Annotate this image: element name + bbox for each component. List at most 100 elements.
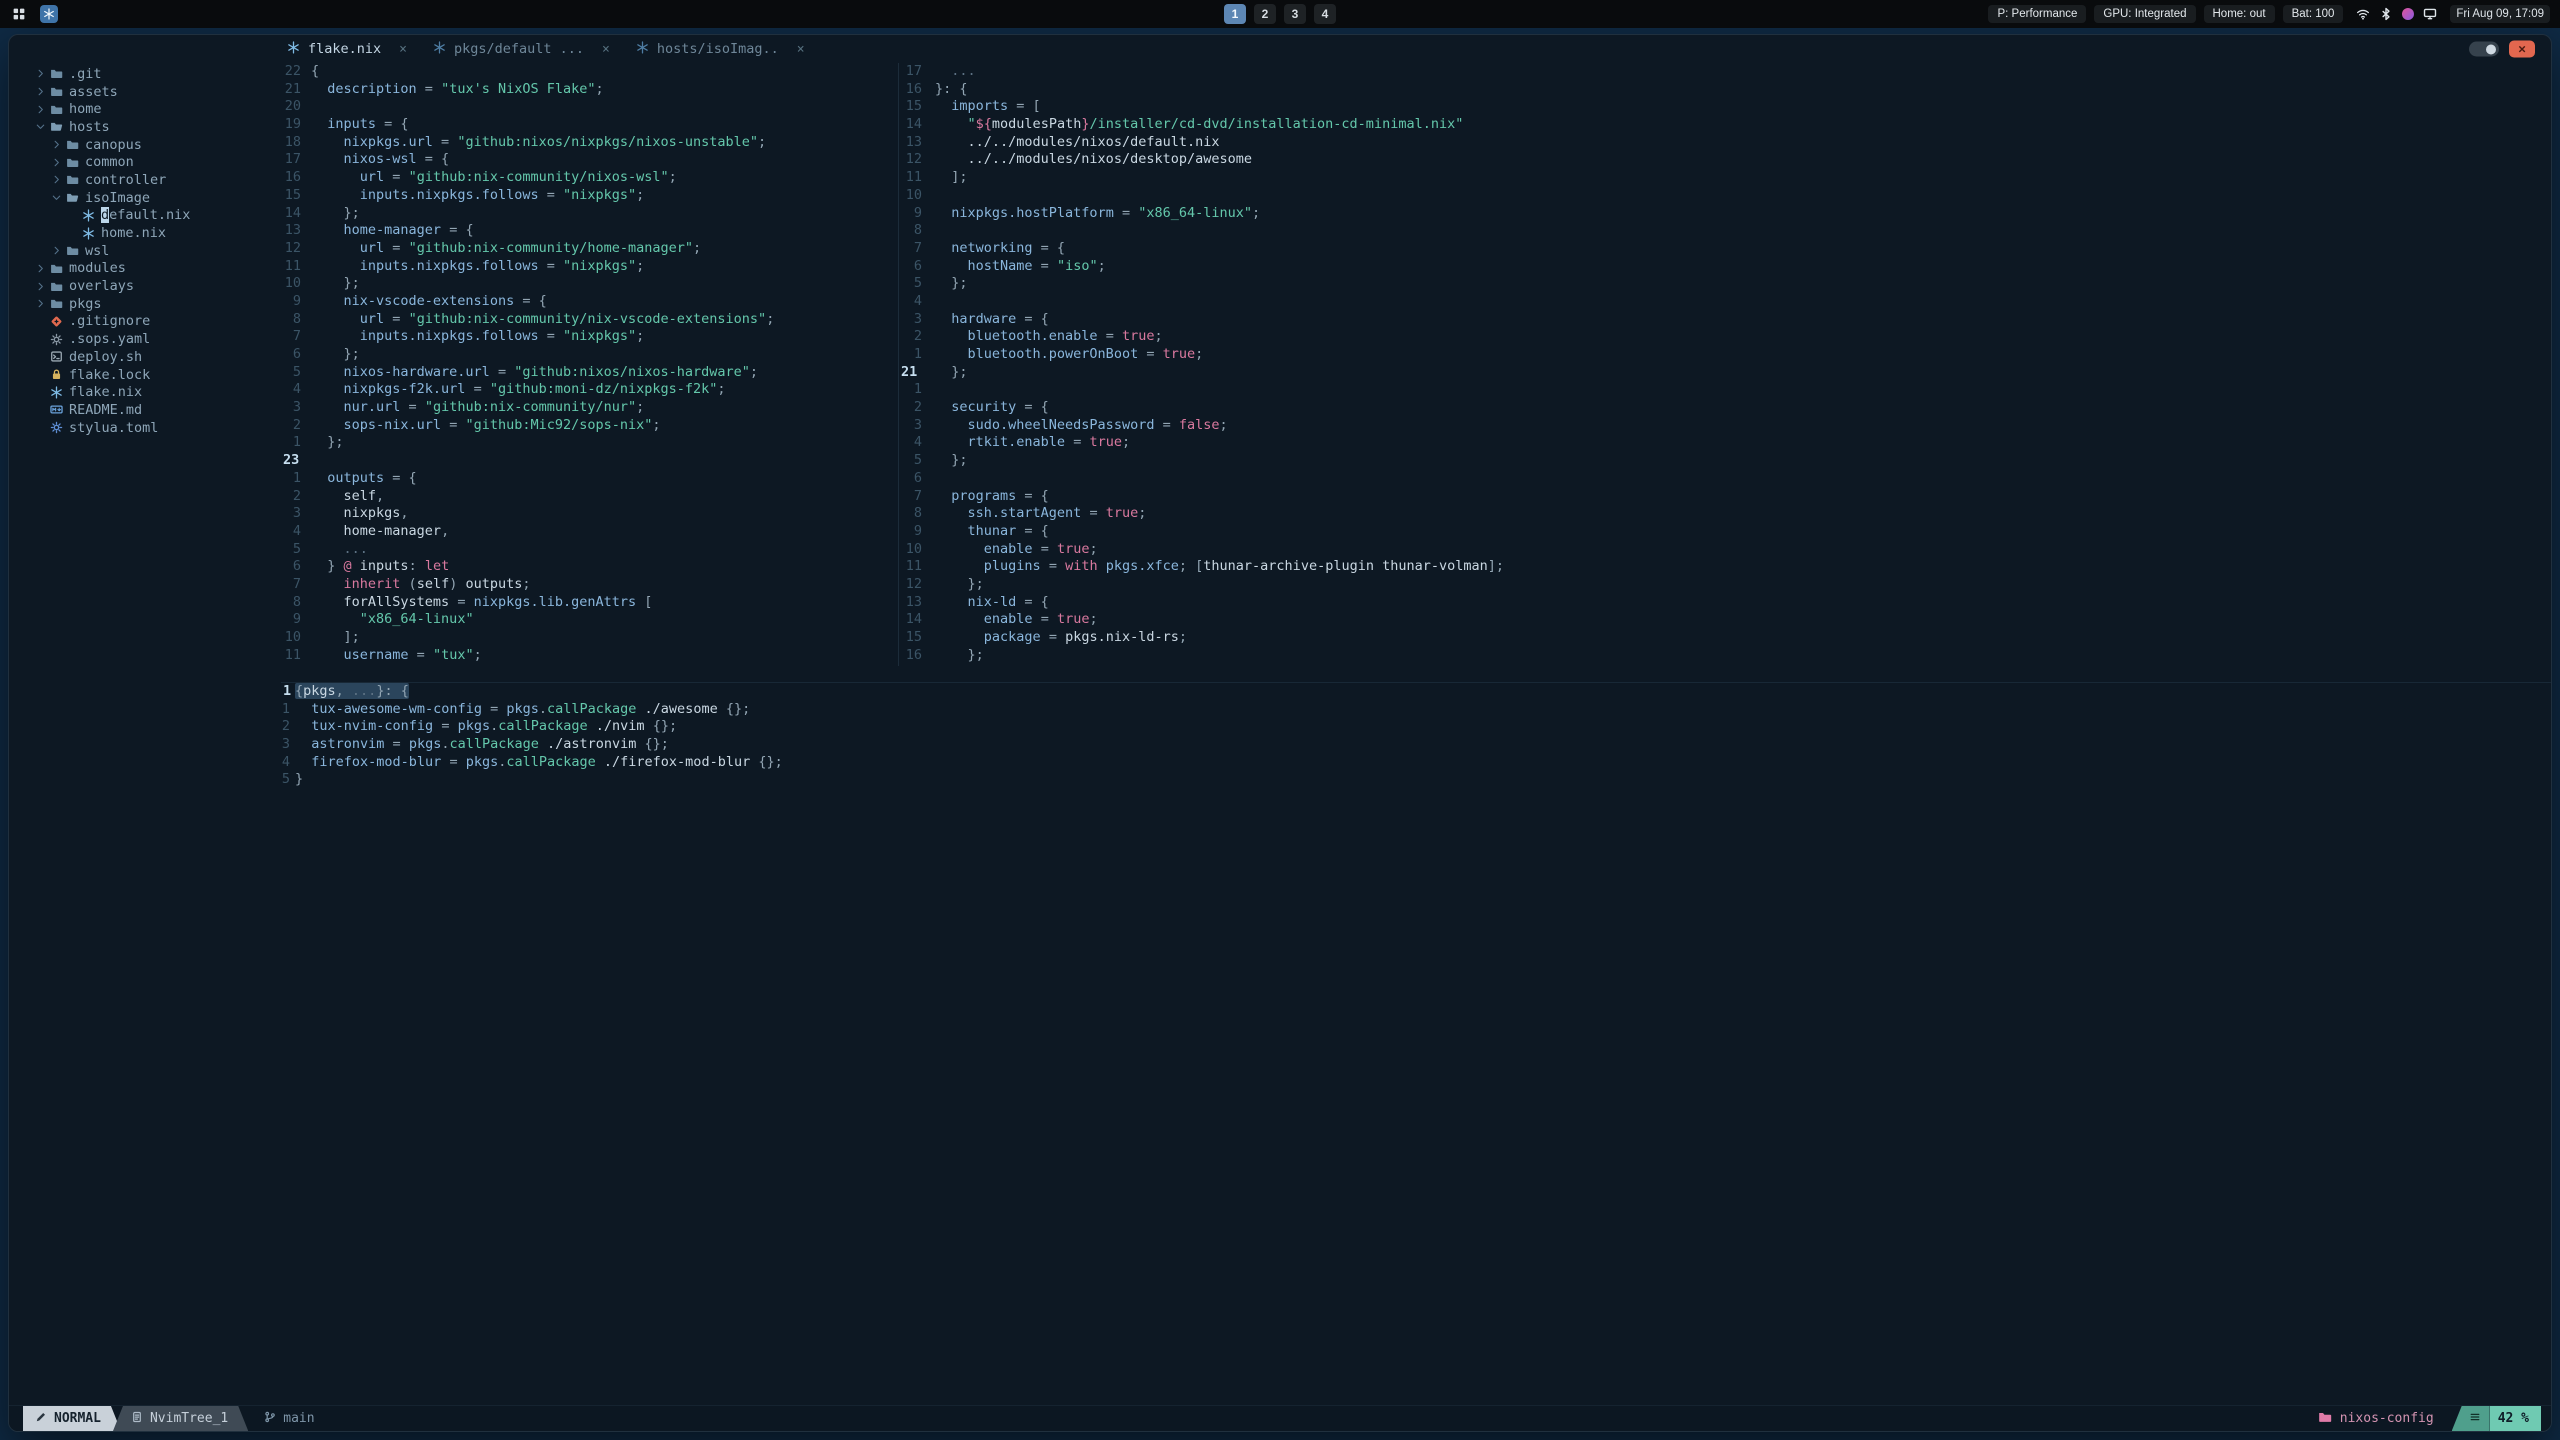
tab-hosts-isoimag-[interactable]: hosts/isoImag.. × xyxy=(636,40,805,58)
code-text: enable = true; xyxy=(983,540,1098,557)
tree-item[interactable]: home xyxy=(9,100,281,118)
tree-item[interactable]: flake.lock xyxy=(9,366,281,384)
line-number: 5 xyxy=(292,540,301,557)
top-splits: 22{21 description = "tux's NixOS Flake";… xyxy=(281,63,2551,666)
apps-menu-icon[interactable] xyxy=(10,5,28,23)
workspace-button-4[interactable]: 4 xyxy=(1314,4,1336,24)
editor-pkgs-default-nix[interactable]: 1 {pkgs, ...}: {1 tux-awesome-wm-config =… xyxy=(281,683,2551,789)
code-line: 6 hostName = "iso"; xyxy=(899,258,2551,276)
script-icon xyxy=(50,350,69,363)
code-line: 23 xyxy=(281,452,898,470)
tree-item[interactable]: overlays xyxy=(9,277,281,295)
window-close-button[interactable]: × xyxy=(2509,40,2535,58)
chevron-down-icon[interactable] xyxy=(51,192,66,203)
workspace-button-3[interactable]: 3 xyxy=(1284,4,1306,24)
chevron-down-icon[interactable] xyxy=(35,121,50,132)
tree-item[interactable]: default.nix xyxy=(9,207,281,225)
wifi-icon[interactable] xyxy=(2356,7,2370,21)
tree-item[interactable]: wsl xyxy=(9,242,281,260)
close-icon[interactable]: × xyxy=(797,42,805,57)
code-text: astronvim = pkgs.callPackage ./astronvim… xyxy=(311,736,669,753)
line-number: 8 xyxy=(913,505,922,522)
window-toggle-button[interactable] xyxy=(2469,41,2499,57)
code-text: ]; xyxy=(935,169,968,186)
code-line: 6 xyxy=(899,470,2551,488)
color-profile-icon[interactable] xyxy=(2402,8,2415,20)
chevron-right-icon[interactable] xyxy=(51,157,66,168)
chevron-right-icon[interactable] xyxy=(35,68,50,79)
tree-item[interactable]: .git xyxy=(9,65,281,83)
tree-item[interactable]: home.nix xyxy=(9,224,281,242)
code-line: 5 }; xyxy=(899,452,2551,470)
code-text: forAllSystems = nixpkgs.lib.genAttrs [ xyxy=(343,593,653,610)
file-explorer[interactable]: .git assets home hosts canopus common controll… xyxy=(9,63,281,1405)
code-line: 21 }; xyxy=(899,364,2551,382)
gear-icon xyxy=(50,421,69,434)
tree-item[interactable]: stylua.toml xyxy=(9,419,281,437)
tree-item[interactable]: assets xyxy=(9,83,281,101)
editor-empty-area xyxy=(281,789,2551,1405)
code-text: ... xyxy=(935,63,976,79)
editor-hosts-isoimage-default-nix[interactable]: 17 ... 16}: {15 imports = [14 "${modulesP… xyxy=(898,63,2551,666)
close-icon[interactable]: × xyxy=(602,42,610,57)
code-line: 11 username = "tux"; xyxy=(281,647,898,665)
line-number: 15 xyxy=(905,98,922,115)
distro-logo-icon[interactable] xyxy=(40,5,58,23)
line-number: 14 xyxy=(905,611,922,628)
chevron-right-icon[interactable] xyxy=(35,281,50,292)
status-pill: P: Performance xyxy=(1988,5,2087,23)
code-line: 10 xyxy=(899,187,2551,205)
tree-item-label: home xyxy=(69,101,102,118)
code-text: plugins = with pkgs.xfce; [thunar-archiv… xyxy=(983,558,1505,575)
line-number: 2 xyxy=(913,328,922,345)
close-icon[interactable]: × xyxy=(399,42,407,57)
scroll-lines-segment xyxy=(2451,1406,2490,1431)
workspace-button-1[interactable]: 1 xyxy=(1224,4,1246,24)
code-text: nixos-wsl = { xyxy=(343,151,450,168)
code-text: inputs = { xyxy=(327,116,409,133)
tree-item[interactable]: .gitignore xyxy=(9,313,281,331)
code-text: inputs.nixpkgs.follows = "nixpkgs"; xyxy=(359,257,645,274)
tree-item[interactable]: modules xyxy=(9,260,281,278)
chevron-right-icon[interactable] xyxy=(35,104,50,115)
tree-item[interactable]: isoImage xyxy=(9,189,281,207)
workspace-button-2[interactable]: 2 xyxy=(1254,4,1276,24)
lines-icon xyxy=(2469,1411,2481,1427)
pencil-icon xyxy=(35,1411,47,1427)
code-line: 13 ../../modules/nixos/default.nix xyxy=(899,134,2551,152)
code-line: 14 enable = true; xyxy=(899,611,2551,629)
nix-icon xyxy=(82,226,101,240)
editor-flake-nix[interactable]: 22{21 description = "tux's NixOS Flake";… xyxy=(281,63,898,666)
bluetooth-icon[interactable] xyxy=(2379,7,2393,21)
display-icon[interactable] xyxy=(2423,7,2437,21)
tree-item-label: overlays xyxy=(69,278,135,295)
tree-item[interactable]: pkgs xyxy=(9,295,281,313)
chevron-right-icon[interactable] xyxy=(51,245,66,256)
tree-item[interactable]: .sops.yaml xyxy=(9,330,281,348)
tree-item-label: controller xyxy=(85,171,167,188)
code-text: programs = { xyxy=(951,487,1049,504)
code-line: 3 nixpkgs, xyxy=(281,505,898,523)
chevron-right-icon[interactable] xyxy=(35,263,50,274)
tree-item[interactable]: common xyxy=(9,153,281,171)
chevron-right-icon[interactable] xyxy=(35,86,50,97)
status-pill: Bat: 100 xyxy=(2282,5,2344,23)
tab-flake-nix[interactable]: flake.nix × xyxy=(287,40,407,58)
code-line: 1 outputs = { xyxy=(281,470,898,488)
tree-item[interactable]: canopus xyxy=(9,136,281,154)
tree-item-label: home.nix xyxy=(101,225,167,242)
chevron-right-icon[interactable] xyxy=(35,298,50,309)
tree-item[interactable]: controller xyxy=(9,171,281,189)
tree-item[interactable]: hosts xyxy=(9,118,281,136)
nix-icon xyxy=(82,209,101,222)
tree-item[interactable]: README.md xyxy=(9,401,281,419)
chevron-right-icon[interactable] xyxy=(51,174,66,185)
chevron-right-icon[interactable] xyxy=(51,139,66,150)
line-number: 12 xyxy=(905,151,922,168)
code-line: 7 inputs.nixpkgs.follows = "nixpkgs"; xyxy=(281,328,898,346)
tree-item[interactable]: deploy.sh xyxy=(9,348,281,366)
tree-item[interactable]: flake.nix xyxy=(9,383,281,401)
folder-icon xyxy=(66,138,85,151)
tab-pkgs-default-[interactable]: pkgs/default ... × xyxy=(433,40,610,58)
nix-icon xyxy=(287,40,300,58)
